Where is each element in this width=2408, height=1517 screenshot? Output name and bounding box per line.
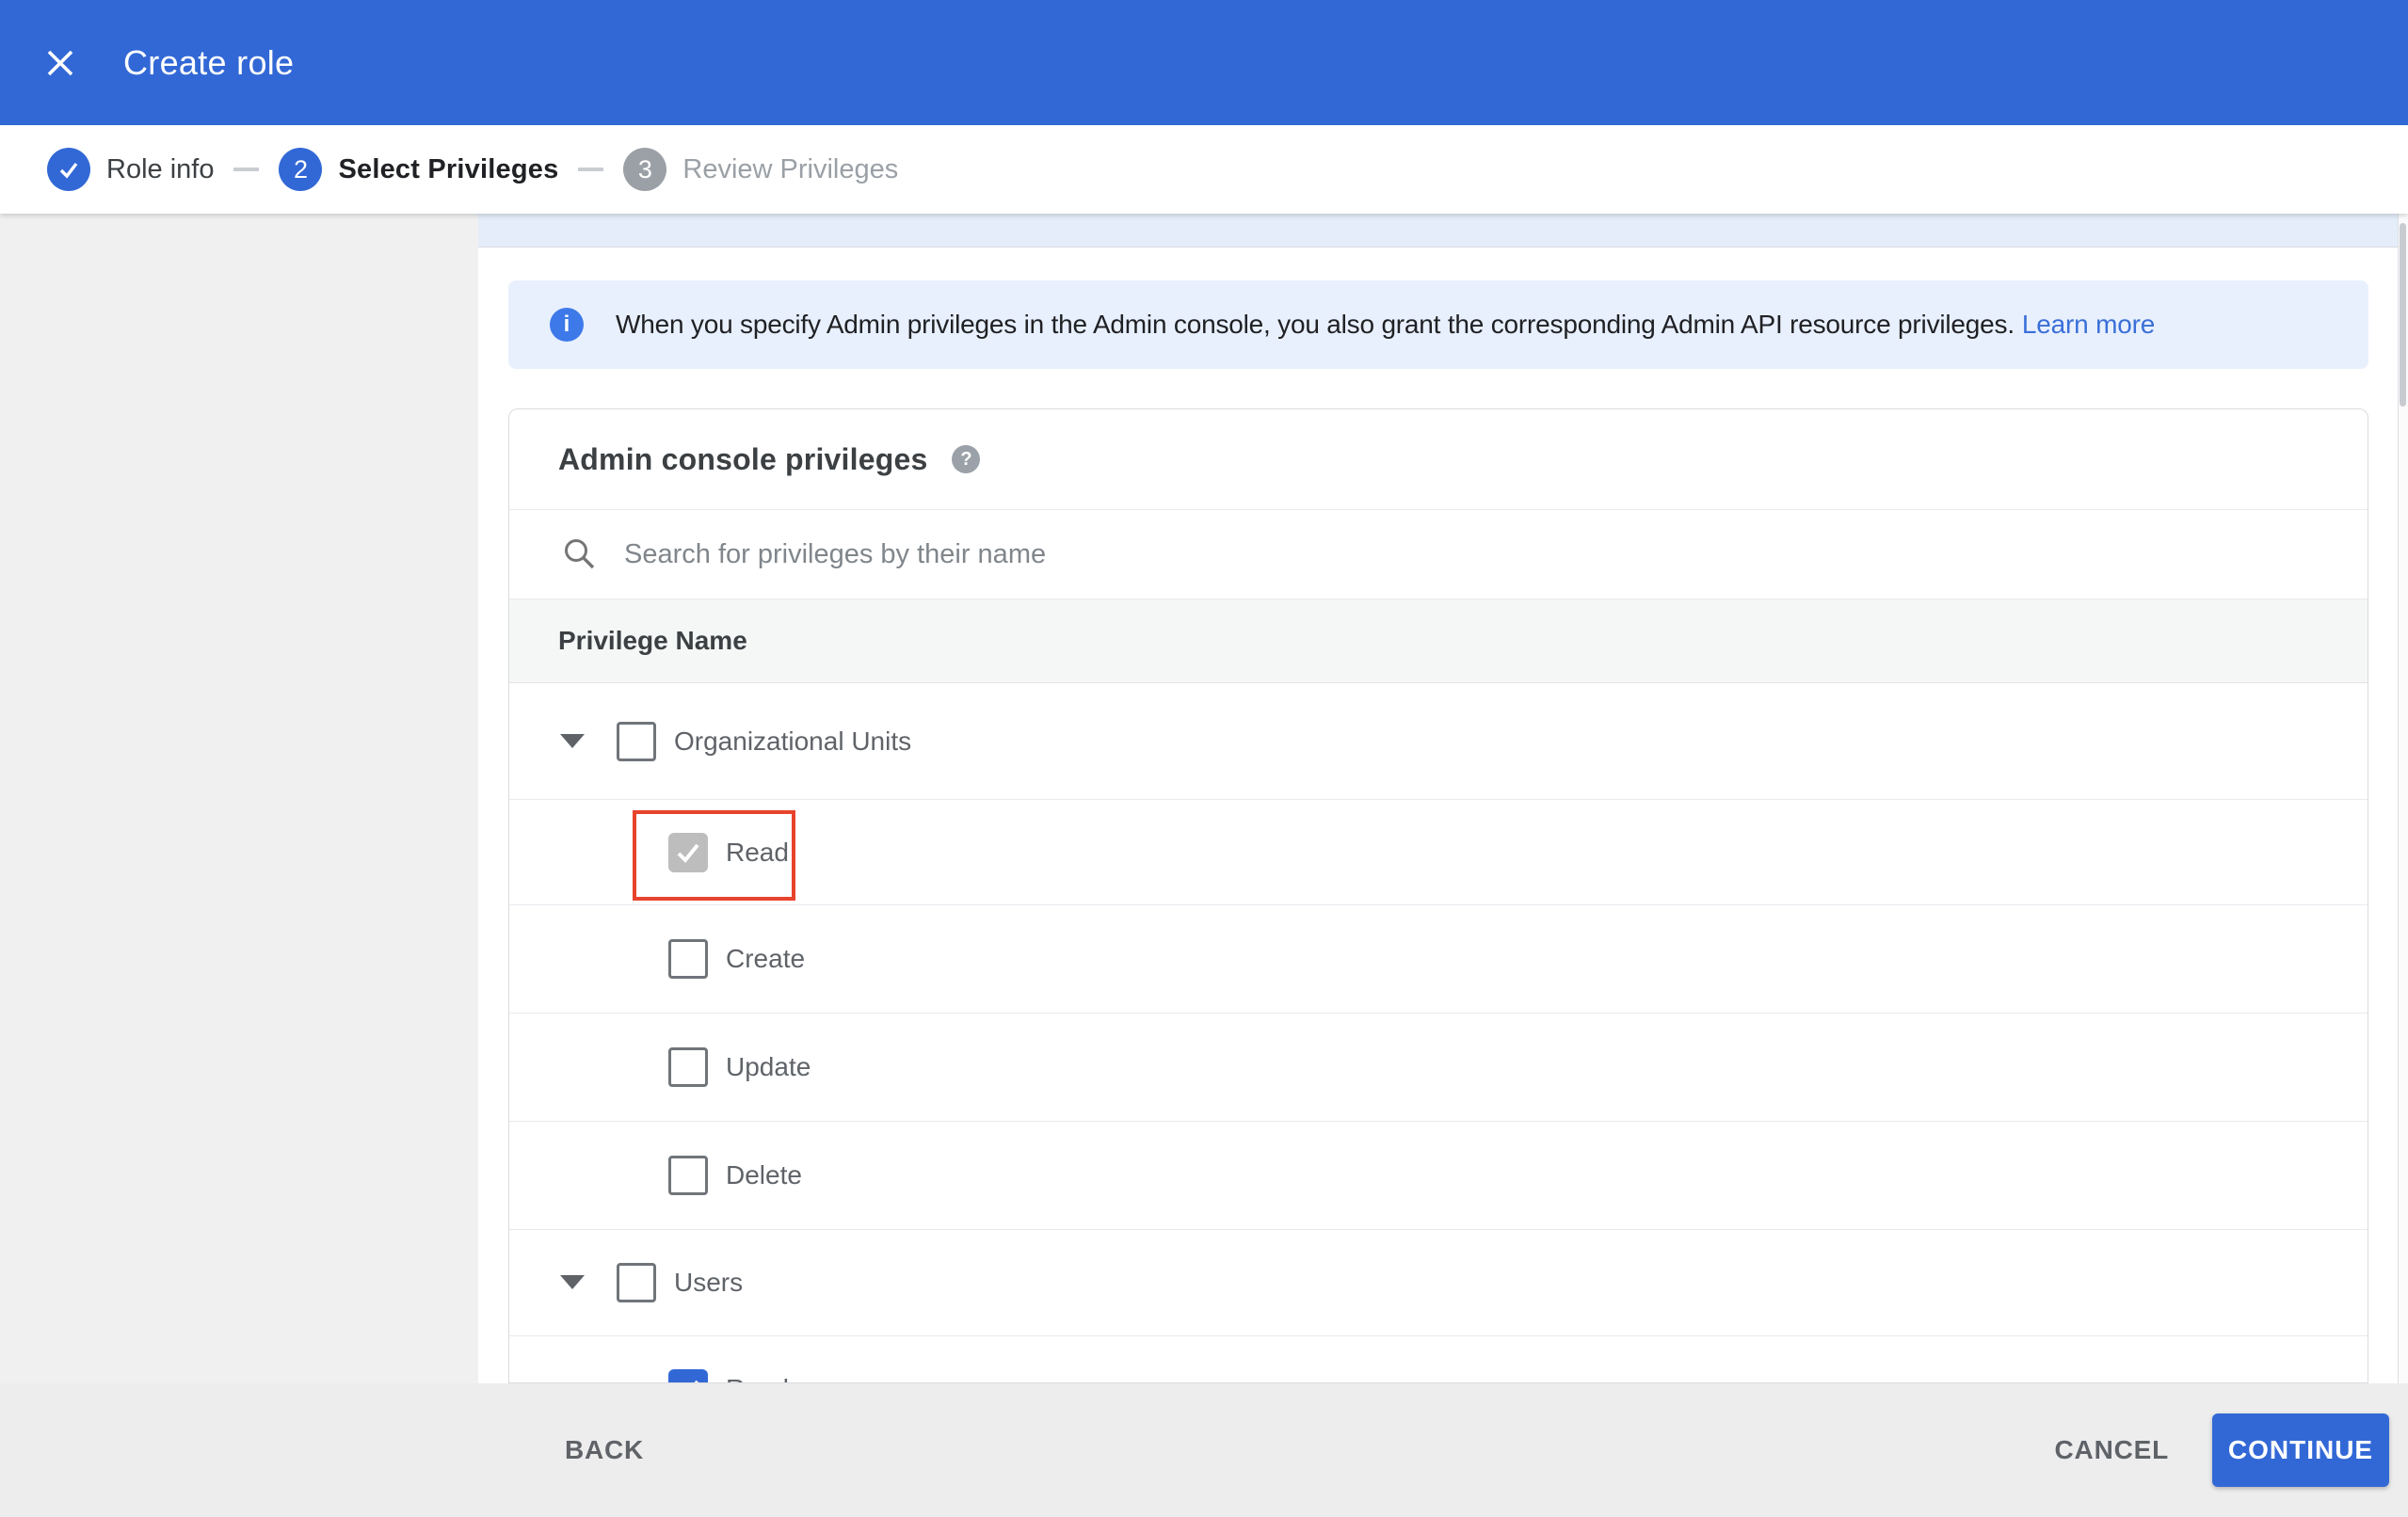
checkbox-delete[interactable] — [668, 1156, 708, 1195]
check-icon — [59, 162, 78, 179]
checkbox-update[interactable] — [668, 1047, 708, 1087]
collapse-arrow-icon[interactable] — [560, 733, 585, 748]
main-region: i When you specify Admin privileges in t… — [0, 214, 2408, 1383]
action-bar: BACK CANCEL CONTINUE — [0, 1383, 2408, 1517]
step-connector — [578, 168, 604, 171]
close-icon[interactable] — [40, 42, 81, 84]
row-label: Users — [674, 1268, 744, 1297]
check-icon — [677, 843, 699, 863]
content-area: i When you specify Admin privileges in t… — [478, 214, 2408, 1383]
checkbox-organizational-units[interactable] — [617, 721, 656, 761]
banner-message: When you specify Admin privileges in the… — [616, 310, 2015, 339]
back-button[interactable]: BACK — [565, 1435, 644, 1465]
checkbox-create[interactable] — [668, 939, 708, 979]
checkbox-users-read-checked[interactable] — [668, 1369, 708, 1382]
check-icon — [694, 1380, 699, 1382]
table-header: Privilege Name — [509, 599, 2368, 683]
left-gutter — [0, 214, 478, 1383]
step-label: Review Privileges — [682, 153, 899, 184]
info-icon: i — [550, 308, 584, 342]
step-select-privileges[interactable]: 2 Select Privileges — [279, 148, 558, 191]
cancel-button[interactable]: CANCEL — [2055, 1435, 2169, 1465]
search-input[interactable] — [624, 538, 2036, 570]
info-banner: i When you specify Admin privileges in t… — [508, 280, 2368, 369]
checkbox-users[interactable] — [617, 1263, 656, 1302]
table-row-create[interactable]: Create — [509, 905, 2368, 1014]
row-label: Read — [726, 837, 789, 867]
stepper: Role info 2 Select Privileges 3 Review P… — [0, 125, 2408, 214]
step-label: Role info — [106, 153, 215, 184]
search-icon — [565, 539, 595, 569]
step-number-badge: 3 — [623, 148, 667, 191]
x-glyph — [47, 50, 73, 75]
card-title-row: Admin console privileges ? — [509, 409, 2368, 510]
banner-text: When you specify Admin privileges in the… — [616, 310, 2155, 340]
table-row-organizational-units[interactable]: Organizational Units — [509, 683, 2368, 800]
checkbox-read-checked[interactable] — [668, 832, 708, 872]
row-label: Read — [726, 1374, 789, 1382]
column-header-privilege-name: Privilege Name — [558, 626, 747, 655]
table-row-delete[interactable]: Delete — [509, 1122, 2368, 1230]
step-complete-icon — [47, 148, 90, 191]
step-connector — [233, 168, 260, 171]
step-label: Select Privileges — [338, 153, 559, 184]
row-label: Update — [726, 1052, 811, 1081]
dialog-title: Create role — [123, 42, 295, 82]
row-label: Organizational Units — [674, 726, 912, 756]
step-role-info[interactable]: Role info — [47, 148, 214, 191]
privileges-card: Admin console privileges ? Privilege Nam… — [508, 408, 2368, 1383]
scrollbar-track[interactable] — [2398, 214, 2408, 1383]
help-icon[interactable]: ? — [952, 445, 981, 473]
step-review-privileges: 3 Review Privileges — [623, 148, 898, 191]
continue-button[interactable]: CONTINUE — [2212, 1413, 2389, 1487]
row-label: Create — [726, 944, 806, 973]
collapse-arrow-icon[interactable] — [560, 1275, 585, 1289]
scrolled-content-edge — [478, 214, 2408, 248]
step-number-badge: 2 — [279, 148, 323, 191]
table-row-read[interactable]: Read — [509, 800, 2368, 905]
table-row-users[interactable]: Users — [509, 1230, 2368, 1336]
app-bar: Create role — [0, 0, 2408, 125]
clipped-row-content: Read — [509, 1369, 789, 1382]
scrollbar-thumb[interactable] — [2400, 223, 2406, 407]
table-row-users-read[interactable]: Read — [509, 1336, 2368, 1382]
create-role-dialog: Create role Role info 2 Select Privilege… — [0, 0, 2408, 1517]
row-label: Delete — [726, 1160, 802, 1190]
learn-more-link[interactable]: Learn more — [2022, 310, 2155, 339]
table-row-update[interactable]: Update — [509, 1014, 2368, 1122]
search-row — [509, 510, 2368, 599]
card-title: Admin console privileges — [558, 441, 928, 476]
